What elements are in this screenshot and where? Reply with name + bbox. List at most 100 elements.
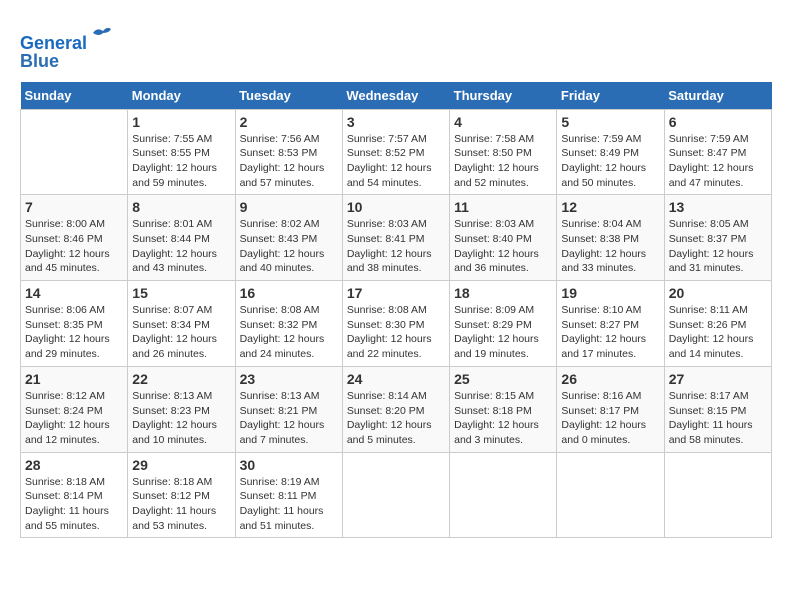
day-info: Sunrise: 8:01 AMSunset: 8:44 PMDaylight:… [132,217,230,276]
calendar-cell [21,109,128,195]
calendar-cell: 16 Sunrise: 8:08 AMSunset: 8:32 PMDayligh… [235,281,342,367]
calendar-cell: 8 Sunrise: 8:01 AMSunset: 8:44 PMDaylight… [128,195,235,281]
calendar-cell: 24 Sunrise: 8:14 AMSunset: 8:20 PMDayligh… [342,366,449,452]
day-number: 27 [669,371,767,387]
day-info: Sunrise: 8:07 AMSunset: 8:34 PMDaylight:… [132,303,230,362]
day-number: 1 [132,114,230,130]
weekday-header-row: SundayMondayTuesdayWednesdayThursdayFrid… [21,82,772,110]
day-number: 11 [454,199,552,215]
calendar-cell: 23Sunrise: 8:13 AMSunset: 8:21 PMDayligh… [235,366,342,452]
calendar-cell: 22Sunrise: 8:13 AMSunset: 8:23 PMDayligh… [128,366,235,452]
day-info: Sunrise: 8:11 AMSunset: 8:26 PMDaylight:… [669,303,767,362]
calendar-cell: 20 Sunrise: 8:11 AMSunset: 8:26 PMDayligh… [664,281,771,367]
calendar-cell: 30 Sunrise: 8:19 AMSunset: 8:11 PMDayligh… [235,452,342,538]
calendar-cell: 3 Sunrise: 7:57 AMSunset: 8:52 PMDaylight… [342,109,449,195]
weekday-tuesday: Tuesday [235,82,342,110]
day-info: Sunrise: 8:10 AMSunset: 8:27 PMDaylight:… [561,303,659,362]
calendar-cell: 10Sunrise: 8:03 AMSunset: 8:41 PMDayligh… [342,195,449,281]
day-number: 29 [132,457,230,473]
calendar-body: 1 Sunrise: 7:55 AMSunset: 8:55 PMDaylight… [21,109,772,538]
day-number: 21 [25,371,123,387]
calendar-cell [450,452,557,538]
calendar-cell [557,452,664,538]
day-info: Sunrise: 8:17 AMSunset: 8:15 PMDaylight:… [669,389,767,448]
day-number: 2 [240,114,338,130]
day-info: Sunrise: 8:03 AMSunset: 8:40 PMDaylight:… [454,217,552,276]
day-number: 13 [669,199,767,215]
calendar-cell: 6 Sunrise: 7:59 AMSunset: 8:47 PMDaylight… [664,109,771,195]
calendar-cell [342,452,449,538]
weekday-saturday: Saturday [664,82,771,110]
week-row-3: 14 Sunrise: 8:06 AMSunset: 8:35 PMDayligh… [21,281,772,367]
day-info: Sunrise: 8:13 AMSunset: 8:23 PMDaylight:… [132,389,230,448]
calendar-cell: 15 Sunrise: 8:07 AMSunset: 8:34 PMDayligh… [128,281,235,367]
day-number: 3 [347,114,445,130]
calendar-cell: 4 Sunrise: 7:58 AMSunset: 8:50 PMDaylight… [450,109,557,195]
day-number: 16 [240,285,338,301]
day-info: Sunrise: 8:14 AMSunset: 8:20 PMDaylight:… [347,389,445,448]
day-info: Sunrise: 7:59 AMSunset: 8:49 PMDaylight:… [561,132,659,191]
day-number: 15 [132,285,230,301]
calendar-cell: 13 Sunrise: 8:05 AMSunset: 8:37 PMDayligh… [664,195,771,281]
calendar-cell: 18 Sunrise: 8:09 AMSunset: 8:29 PMDayligh… [450,281,557,367]
weekday-friday: Friday [557,82,664,110]
day-info: Sunrise: 7:59 AMSunset: 8:47 PMDaylight:… [669,132,767,191]
calendar-cell: 21 Sunrise: 8:12 AMSunset: 8:24 PMDayligh… [21,366,128,452]
day-number: 20 [669,285,767,301]
weekday-thursday: Thursday [450,82,557,110]
day-info: Sunrise: 8:03 AMSunset: 8:41 PMDaylight:… [347,217,445,276]
day-info: Sunrise: 8:16 AMSunset: 8:17 PMDaylight:… [561,389,659,448]
day-info: Sunrise: 8:18 AMSunset: 8:14 PMDaylight:… [25,475,123,534]
day-number: 28 [25,457,123,473]
weekday-sunday: Sunday [21,82,128,110]
day-info: Sunrise: 7:55 AMSunset: 8:55 PMDaylight:… [132,132,230,191]
calendar-cell [664,452,771,538]
week-row-1: 1 Sunrise: 7:55 AMSunset: 8:55 PMDaylight… [21,109,772,195]
calendar-cell: 1 Sunrise: 7:55 AMSunset: 8:55 PMDaylight… [128,109,235,195]
weekday-wednesday: Wednesday [342,82,449,110]
day-info: Sunrise: 8:02 AMSunset: 8:43 PMDaylight:… [240,217,338,276]
calendar-cell: 28 Sunrise: 8:18 AMSunset: 8:14 PMDayligh… [21,452,128,538]
calendar-cell: 27 Sunrise: 8:17 AMSunset: 8:15 PMDayligh… [664,366,771,452]
day-info: Sunrise: 8:08 AMSunset: 8:32 PMDaylight:… [240,303,338,362]
day-number: 8 [132,199,230,215]
header: General Blue [20,20,772,72]
calendar-cell: 14 Sunrise: 8:06 AMSunset: 8:35 PMDayligh… [21,281,128,367]
day-info: Sunrise: 8:06 AMSunset: 8:35 PMDaylight:… [25,303,123,362]
day-number: 18 [454,285,552,301]
day-number: 6 [669,114,767,130]
calendar-cell: 29Sunrise: 8:18 AMSunset: 8:12 PMDayligh… [128,452,235,538]
day-info: Sunrise: 8:05 AMSunset: 8:37 PMDaylight:… [669,217,767,276]
day-number: 30 [240,457,338,473]
calendar-cell: 9 Sunrise: 8:02 AMSunset: 8:43 PMDaylight… [235,195,342,281]
day-number: 7 [25,199,123,215]
day-info: Sunrise: 8:13 AMSunset: 8:21 PMDaylight:… [240,389,338,448]
day-number: 9 [240,199,338,215]
calendar-cell: 5Sunrise: 7:59 AMSunset: 8:49 PMDaylight… [557,109,664,195]
week-row-5: 28 Sunrise: 8:18 AMSunset: 8:14 PMDayligh… [21,452,772,538]
day-number: 12 [561,199,659,215]
calendar-cell: 12 Sunrise: 8:04 AMSunset: 8:38 PMDayligh… [557,195,664,281]
calendar-cell: 17Sunrise: 8:08 AMSunset: 8:30 PMDayligh… [342,281,449,367]
day-info: Sunrise: 7:58 AMSunset: 8:50 PMDaylight:… [454,132,552,191]
calendar-cell: 25Sunrise: 8:15 AMSunset: 8:18 PMDayligh… [450,366,557,452]
calendar-cell: 11 Sunrise: 8:03 AMSunset: 8:40 PMDayligh… [450,195,557,281]
day-number: 26 [561,371,659,387]
day-number: 4 [454,114,552,130]
day-number: 24 [347,371,445,387]
logo-bird-icon [89,25,113,49]
day-info: Sunrise: 7:57 AMSunset: 8:52 PMDaylight:… [347,132,445,191]
calendar-cell: 19Sunrise: 8:10 AMSunset: 8:27 PMDayligh… [557,281,664,367]
day-number: 14 [25,285,123,301]
weekday-monday: Monday [128,82,235,110]
week-row-2: 7 Sunrise: 8:00 AMSunset: 8:46 PMDaylight… [21,195,772,281]
day-info: Sunrise: 8:15 AMSunset: 8:18 PMDaylight:… [454,389,552,448]
calendar-table: SundayMondayTuesdayWednesdayThursdayFrid… [20,82,772,539]
day-info: Sunrise: 7:56 AMSunset: 8:53 PMDaylight:… [240,132,338,191]
day-info: Sunrise: 8:04 AMSunset: 8:38 PMDaylight:… [561,217,659,276]
logo: General Blue [20,25,113,72]
day-info: Sunrise: 8:19 AMSunset: 8:11 PMDaylight:… [240,475,338,534]
day-info: Sunrise: 8:09 AMSunset: 8:29 PMDaylight:… [454,303,552,362]
day-info: Sunrise: 8:00 AMSunset: 8:46 PMDaylight:… [25,217,123,276]
day-info: Sunrise: 8:12 AMSunset: 8:24 PMDaylight:… [25,389,123,448]
